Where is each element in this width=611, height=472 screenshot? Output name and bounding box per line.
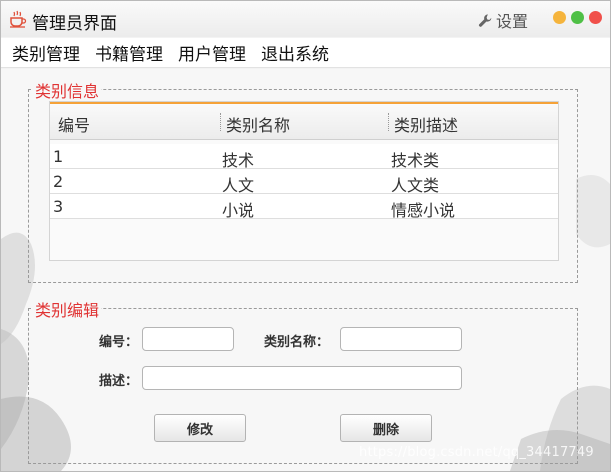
- menu-item-book-management[interactable]: 书籍管理: [95, 40, 163, 65]
- column-header-id[interactable]: 编号: [58, 112, 90, 136]
- settings-button[interactable]: 设置: [478, 8, 528, 32]
- column-separator[interactable]: [388, 113, 389, 131]
- title-bar[interactable]: 管理员界面 设置: [1, 1, 610, 37]
- cell-id: 3: [53, 197, 64, 216]
- main-window: 管理员界面 设置 类别管理 书籍管理 用户管理 退出系统 类别信息 编号 类别名…: [0, 0, 611, 472]
- description-input[interactable]: [142, 366, 462, 390]
- minimize-button[interactable]: [553, 11, 566, 24]
- close-button[interactable]: [589, 11, 602, 24]
- column-header-name[interactable]: 类别名称: [226, 112, 290, 136]
- table-row[interactable]: 1 技术 技术类: [50, 144, 558, 170]
- maximize-button[interactable]: [571, 11, 584, 24]
- delete-button[interactable]: 删除: [340, 414, 432, 442]
- category-table: 编号 类别名称 类别描述 1 技术 技术类 2 人文 人文类 3 小说 情感小说: [49, 101, 559, 261]
- table-header: 编号 类别名称 类别描述: [50, 104, 558, 140]
- menu-item-user-management[interactable]: 用户管理: [178, 40, 246, 65]
- wrench-icon: [478, 13, 492, 27]
- table-row[interactable]: 2 人文 人文类: [50, 169, 558, 195]
- category-name-input[interactable]: [340, 327, 462, 351]
- column-separator[interactable]: [220, 113, 221, 131]
- cell-name: 人文: [222, 176, 255, 195]
- cell-id: 2: [53, 172, 64, 191]
- menu-item-category-management[interactable]: 类别管理: [12, 40, 80, 65]
- description-label: 描述：: [99, 374, 139, 389]
- menu-item-exit-system[interactable]: 退出系统: [261, 40, 329, 65]
- column-header-description[interactable]: 类别描述: [394, 112, 458, 136]
- watermark-text: https://blog.csdn.net/qq_34417749: [359, 445, 594, 460]
- cell-id: 1: [53, 147, 64, 166]
- cell-name: 技术: [222, 151, 255, 170]
- menu-bar: 类别管理 书籍管理 用户管理 退出系统: [1, 38, 610, 68]
- cell-name: 小说: [222, 201, 255, 220]
- category-name-label: 类别名称：: [264, 335, 330, 350]
- table-row[interactable]: 3 小说 情感小说: [50, 194, 558, 220]
- coffee-cup-icon: [10, 10, 27, 28]
- cell-description: 情感小说: [391, 201, 456, 220]
- window-title: 管理员界面: [32, 14, 117, 34]
- cell-description: 技术类: [391, 151, 440, 170]
- settings-label: 设置: [496, 12, 529, 31]
- id-input[interactable]: [142, 327, 234, 351]
- category-info-title: 类别信息: [33, 78, 102, 102]
- category-edit-title: 类别编辑: [33, 297, 102, 321]
- cell-description: 人文类: [391, 176, 440, 195]
- id-label: 编号：: [99, 335, 139, 350]
- modify-button[interactable]: 修改: [154, 414, 246, 442]
